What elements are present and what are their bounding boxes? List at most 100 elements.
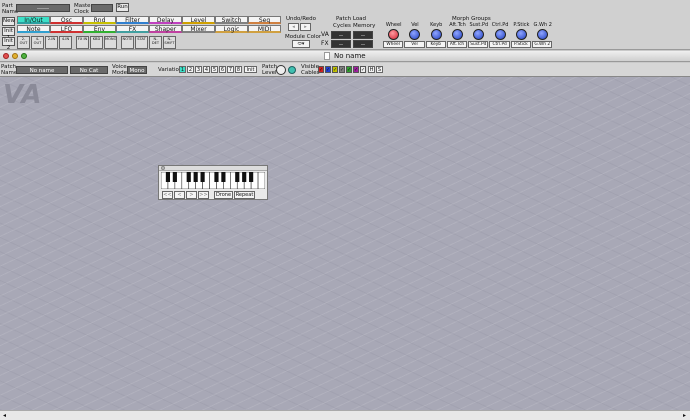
new-button[interactable]: New [2, 17, 15, 26]
black-key[interactable] [172, 172, 177, 182]
keyboard-nav-button[interactable]: >> [198, 191, 209, 199]
variation-button-3[interactable]: 3 [195, 66, 202, 73]
morph-assign-aft-tch[interactable]: Aft.Tch [446, 41, 468, 48]
module-header[interactable] [159, 166, 267, 171]
morph-assign-sust-pd[interactable]: Sust.Pd [468, 41, 489, 48]
module-button-2-in[interactable]: 2-IN [45, 36, 58, 49]
module-button-note[interactable]: NOTE [121, 36, 134, 49]
white-key[interactable] [257, 172, 265, 189]
black-key[interactable] [165, 172, 171, 182]
cable-toggle-checkbox[interactable]: ✓ [332, 66, 338, 73]
morph-knob-ctrl-pd[interactable] [494, 29, 506, 40]
variation-button-2[interactable]: 2 [187, 66, 194, 73]
morph-assign-wheel[interactable]: Wheel [383, 41, 404, 48]
repeat-button[interactable]: Repeat [234, 191, 255, 199]
piano-keyboard[interactable] [161, 172, 265, 189]
morph-knob-sust-pd[interactable] [473, 29, 485, 40]
cable-toggle-checkbox[interactable]: ✓ [318, 66, 324, 73]
init1-button[interactable]: Init 1 [2, 27, 15, 41]
module-tab-in-out[interactable]: In/Out [17, 16, 50, 24]
morph-knob-vel[interactable] [409, 29, 421, 40]
module-button-stat[interactable]: STAT [135, 36, 148, 49]
black-key[interactable] [193, 172, 198, 182]
morph-knob-wheel[interactable] [388, 29, 400, 40]
master-clock-field[interactable] [91, 4, 113, 12]
variation-button-1[interactable]: 1 [179, 66, 186, 73]
variation-button-4[interactable]: 4 [203, 66, 210, 73]
morph-knob-p-stick[interactable] [515, 29, 527, 40]
voice-mode-select[interactable]: Mono [127, 66, 147, 74]
module-tab-fx[interactable]: FX [116, 25, 149, 33]
variation-button-8[interactable]: 8 [235, 66, 242, 73]
module-button-4-out[interactable]: 4-OUT [31, 36, 44, 49]
black-key[interactable] [200, 172, 205, 182]
patch-canvas[interactable]: VA [0, 77, 690, 410]
module-tab-midi[interactable]: MIDI [248, 25, 281, 33]
keyboard-nav-button[interactable]: << [162, 191, 173, 199]
module-menu-icon[interactable] [161, 166, 165, 170]
cable-toggle-checkbox[interactable]: ✓ [353, 66, 359, 73]
hide-cables-button[interactable]: H [368, 66, 375, 73]
module-tab-filter[interactable]: Filter [116, 16, 149, 24]
morph-assign-vel[interactable]: Vel [404, 41, 425, 48]
horizontal-scrollbar[interactable]: ◂ ▸ [0, 410, 690, 420]
scroll-right-icon[interactable]: ▸ [681, 412, 688, 419]
module-button-n-det[interactable]: N-DET [149, 36, 162, 49]
shake-cables-button[interactable]: S [376, 66, 383, 73]
module-button-4-in[interactable]: 4-IN [59, 36, 72, 49]
drone-button[interactable]: Drone [214, 191, 233, 199]
morph-assign-p-stick[interactable]: P.Stick [510, 41, 532, 48]
cable-toggle-checkbox[interactable]: ✓ [325, 66, 331, 73]
module-tab-shaper[interactable]: Shaper [149, 25, 182, 33]
module-button-2-out[interactable]: 2-OUT [17, 36, 30, 49]
part-name-field[interactable]: ------ [16, 4, 70, 12]
morph-assign-g-wh-2[interactable]: G.Wh 2 [532, 41, 553, 48]
init2-button[interactable]: Init 2 [2, 37, 15, 51]
module-tab-lfo[interactable]: LFO [50, 25, 83, 33]
black-key[interactable] [249, 172, 254, 182]
patch-name-field[interactable]: No name [16, 66, 68, 74]
zoom-window-icon[interactable] [21, 53, 27, 59]
undo-button[interactable]: ◂ [288, 23, 299, 31]
module-button-kbd[interactable]: KBD [90, 36, 103, 49]
black-key[interactable] [214, 172, 219, 182]
module-tab-seq[interactable]: Seq [248, 16, 281, 24]
module-tab-logic[interactable]: Logic [215, 25, 248, 33]
black-key[interactable] [235, 172, 240, 182]
module-tab-rnd[interactable]: Rnd [83, 16, 116, 24]
close-window-icon[interactable] [3, 53, 9, 59]
cable-toggle-checkbox[interactable]: ✓ [360, 66, 366, 73]
module-tab-level[interactable]: Level [182, 16, 215, 24]
minimize-window-icon[interactable] [12, 53, 18, 59]
keyboard-module[interactable]: << < > >> Drone Repeat [158, 165, 268, 200]
variation-init-button[interactable]: Init [244, 66, 257, 73]
morph-assign-keyb[interactable]: Keyb [425, 41, 446, 48]
redo-button[interactable]: ▸ [300, 23, 311, 31]
module-tab-switch[interactable]: Switch [215, 16, 248, 24]
morph-knob-aft-tch[interactable] [452, 29, 464, 40]
variation-button-6[interactable]: 6 [219, 66, 226, 73]
module-button-n-shift[interactable]: N-SHIFT [163, 36, 176, 49]
morph-knob-keyb[interactable] [430, 29, 442, 40]
black-key[interactable] [186, 172, 191, 182]
module-tab-mixer[interactable]: Mixer [182, 25, 215, 33]
module-tab-note[interactable]: Note [17, 25, 50, 33]
keyboard-nav-button[interactable]: > [186, 191, 197, 199]
module-color-picker[interactable]: ⬭▾ [292, 40, 310, 48]
run-button[interactable]: Run [116, 3, 129, 12]
black-key[interactable] [242, 172, 247, 182]
morph-knob-g-wh-2[interactable] [537, 29, 549, 40]
module-button-fx-in[interactable]: FX IN [76, 36, 89, 49]
cable-toggle-checkbox[interactable]: ✓ [339, 66, 345, 73]
variation-button-7[interactable]: 7 [227, 66, 234, 73]
category-select[interactable]: No Cat [70, 66, 108, 74]
keyboard-nav-button[interactable]: < [174, 191, 185, 199]
patch-level-knob[interactable] [276, 65, 286, 75]
morph-assign-ctrl-pd[interactable]: Ctrl.Pd [489, 41, 510, 48]
module-tab-delay[interactable]: Delay [149, 16, 182, 24]
variation-button-5[interactable]: 5 [211, 66, 218, 73]
black-key[interactable] [221, 172, 226, 182]
cable-toggle-checkbox[interactable]: ✓ [346, 66, 352, 73]
module-button-mono[interactable]: MONO [104, 36, 117, 49]
module-tab-env[interactable]: Env [83, 25, 116, 33]
